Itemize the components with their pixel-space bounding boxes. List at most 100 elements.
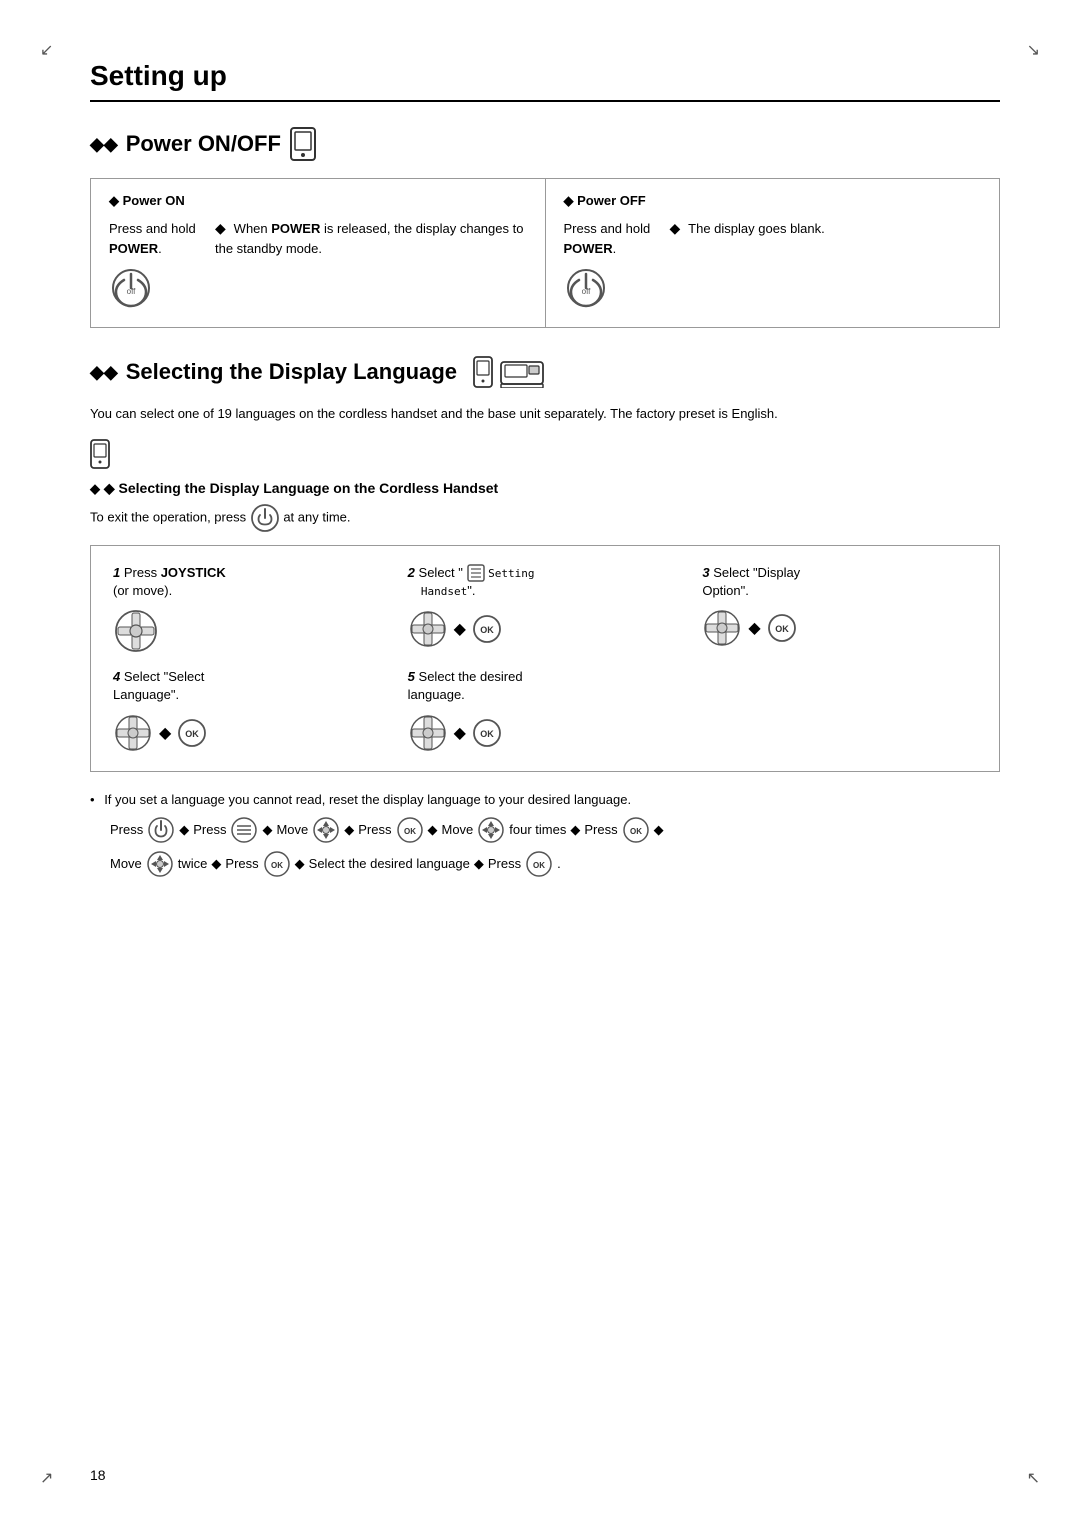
- seq2-select-lang: Select the desired language: [309, 851, 470, 877]
- seq1-ok-btn1: OK: [396, 816, 424, 844]
- svg-text:OK: OK: [186, 729, 200, 739]
- step-3-nav: [702, 608, 742, 648]
- display-lang-heading-text: Selecting the Display Language: [126, 359, 457, 385]
- step-3-icons: ◆ OK: [702, 608, 977, 648]
- step-3: 3 Select "DisplayOption". ◆ OK: [702, 564, 977, 654]
- corner-mark-tl: ↙: [40, 40, 53, 60]
- svg-text:off: off: [581, 287, 591, 296]
- handset-section-title-text: ◆ Selecting the Display Language on the …: [104, 480, 498, 496]
- arrow-bullet-on: ◆: [215, 220, 226, 236]
- step-2-ok: OK: [472, 614, 502, 644]
- power-off-step1-text: Press and holdPOWER.: [564, 219, 654, 258]
- step-2-arrow: ◆: [454, 619, 466, 639]
- svg-text:off: off: [127, 287, 137, 296]
- step-5-icons: ◆ OK: [408, 713, 683, 753]
- handset-section-title: ◆ ◆ Selecting the Display Language on th…: [90, 480, 1000, 497]
- diamond-off: ◆: [564, 193, 574, 208]
- step-2-icons: ◆ OK: [408, 609, 683, 649]
- step-5-ok: OK: [472, 718, 502, 748]
- power-on-step1: Press and holdPOWER. off: [109, 219, 199, 313]
- steps-row-2: 4 Select "SelectLanguage". ◆ OK: [113, 668, 977, 752]
- step-1-num: 1: [113, 565, 120, 580]
- power-off-step1: Press and holdPOWER. off: [564, 219, 654, 313]
- step-4-arrow: ◆: [159, 723, 171, 743]
- seq1-move2: Move: [442, 817, 474, 843]
- seq1-menu-btn: [230, 816, 258, 844]
- seq2-ok-btn1: OK: [263, 850, 291, 878]
- seq-line-2: Move twice ◆ Press OK ◆ Select the desir…: [110, 850, 1000, 878]
- step-5: 5 Select the desiredlanguage. ◆ OK: [408, 668, 683, 752]
- power-button-icon-off: off: [564, 266, 608, 310]
- svg-text:OK: OK: [775, 624, 789, 634]
- step-3-text: Select "DisplayOption".: [702, 565, 800, 598]
- section-title: Setting up: [90, 60, 1000, 102]
- seq1-press4: Press: [584, 817, 617, 843]
- seq2-nav-btn: [146, 850, 174, 878]
- power-off-col: ◆ Power OFF Press and holdPOWER. off ◆ T…: [546, 179, 1000, 327]
- corner-mark-br: ↖: [1027, 1468, 1040, 1488]
- step-4-num: 4: [113, 669, 120, 684]
- diamond-on: ◆: [109, 193, 119, 208]
- seq1-press1: Press: [110, 817, 143, 843]
- step-5-text: Select the desiredlanguage.: [408, 669, 523, 702]
- step-2-menu-icon: [467, 564, 485, 582]
- seq-line-1: Press ◆ Press ◆ Move ◆ Press: [110, 816, 1000, 844]
- step-5-num: 5: [408, 669, 415, 684]
- power-heading-text: Power ON/OFF: [126, 131, 281, 157]
- step-4-nav: [113, 713, 153, 753]
- svg-text:OK: OK: [533, 861, 545, 870]
- heading-device-icons: [473, 356, 545, 388]
- seq1-ok-btn2: OK: [622, 816, 650, 844]
- step-3-arrow: ◆: [748, 618, 760, 638]
- diamond-bullets-lang: ◆◆: [90, 362, 118, 383]
- corner-mark-tr: ↘: [1027, 40, 1040, 60]
- seq1-arrow3: ◆: [344, 817, 354, 843]
- seq1-arrow4: ◆: [428, 817, 438, 843]
- power-on-step2-text: When POWER is released, the display chan…: [215, 221, 523, 256]
- page-number: 18: [90, 1467, 106, 1483]
- seq1-arrow2: ◆: [262, 817, 272, 843]
- seq1-arrow5: ◆: [570, 817, 580, 843]
- step-4-ok: OK: [177, 718, 207, 748]
- seq1-press3: Press: [358, 817, 391, 843]
- step-1: 1 Press JOYSTICK(or move).: [113, 564, 388, 654]
- step-spacer: [702, 668, 977, 752]
- seq1-press2: Press: [193, 817, 226, 843]
- diamond-bullets-power: ◆◆: [90, 134, 118, 155]
- page: ↙ ↘ ↗ ↖ Setting up ◆◆ Power ON/OFF ◆ Pow…: [0, 0, 1080, 1528]
- power-on-label: Power ON: [123, 193, 185, 208]
- seq2-arrow1: ◆: [211, 851, 221, 877]
- power-box: ◆ Power ON Press and holdPOWER. off: [90, 178, 1000, 328]
- step-3-num: 3: [702, 565, 709, 580]
- step-5-nav: [408, 713, 448, 753]
- seq2-press1: Press: [225, 851, 258, 877]
- bullet-symbol: •: [90, 792, 95, 807]
- step-2: 2 Select " Setting Handset".: [408, 564, 683, 654]
- base-icon-heading: [499, 356, 545, 388]
- step-2-nav: [408, 609, 448, 649]
- svg-text:OK: OK: [404, 827, 416, 836]
- step-2-num: 2: [408, 565, 415, 580]
- seq1-off-btn: [147, 816, 175, 844]
- seq2-ok-btn2: OK: [525, 850, 553, 878]
- seq2-arrow2: ◆: [295, 851, 305, 877]
- step-2-text: Select " Setting Handset".: [408, 565, 535, 599]
- step-4: 4 Select "SelectLanguage". ◆ OK: [113, 668, 388, 752]
- diamond-handset: ◆: [90, 481, 100, 496]
- power-on-col: ◆ Power ON Press and holdPOWER. off: [91, 179, 546, 327]
- display-lang-heading: ◆◆ Selecting the Display Language: [90, 356, 1000, 388]
- svg-text:OK: OK: [480, 729, 494, 739]
- svg-text:OK: OK: [480, 625, 494, 635]
- seq2-period: .: [557, 851, 561, 877]
- seq2-move1: Move: [110, 851, 142, 877]
- svg-text:OK: OK: [271, 861, 283, 870]
- power-on-inner: Press and holdPOWER. off ◆ When POWER is…: [109, 219, 527, 313]
- power-off-inner: Press and holdPOWER. off ◆ The display g…: [564, 219, 982, 313]
- bullet-note-text: If you set a language you cannot read, r…: [104, 792, 631, 807]
- handset-icon-heading: [473, 356, 493, 388]
- exit-note: To exit the operation, press at any time…: [90, 503, 1000, 533]
- step-5-arrow: ◆: [454, 723, 466, 743]
- lang-description: You can select one of 19 languages on th…: [90, 404, 1000, 425]
- power-off-step2-text: The display goes blank.: [688, 221, 825, 236]
- seq2-twice: twice: [178, 851, 208, 877]
